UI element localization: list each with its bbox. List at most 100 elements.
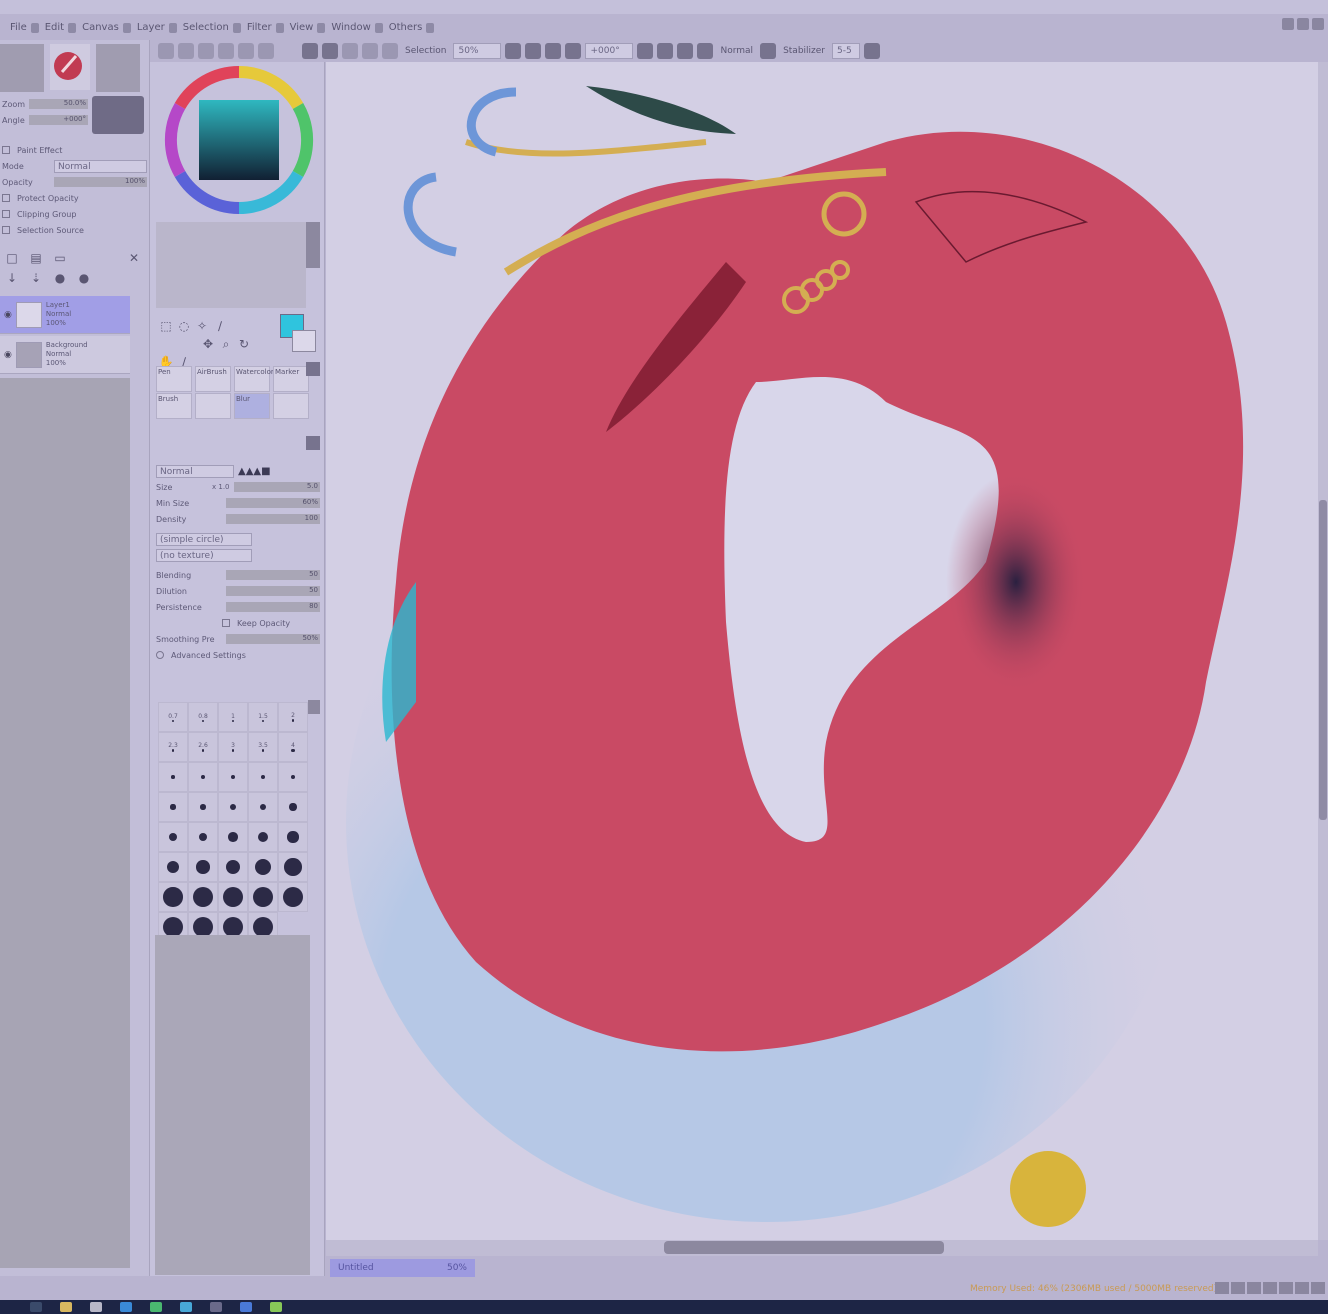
merge-icon[interactable]: ↓ (4, 270, 20, 286)
brush-size-preset[interactable] (188, 822, 218, 852)
tool-icon[interactable] (218, 43, 234, 59)
app-icon[interactable] (210, 1302, 222, 1312)
selection-button[interactable] (362, 43, 378, 59)
menu-edit[interactable]: Edit (41, 22, 78, 33)
status-button[interactable] (1247, 1282, 1261, 1294)
brush-size-preset[interactable] (188, 792, 218, 822)
brush-size-preset[interactable] (188, 852, 218, 882)
app-icon[interactable] (120, 1302, 132, 1312)
brush-tool-marker[interactable]: Marker (273, 366, 309, 392)
navigator-view[interactable] (96, 44, 140, 92)
persistence-slider[interactable]: 80 (226, 602, 320, 612)
rotate-left-button[interactable] (657, 43, 674, 59)
menu-layer[interactable]: Layer (133, 22, 179, 33)
brush-size-preset[interactable] (218, 762, 248, 792)
brush-size-preset[interactable] (278, 852, 308, 882)
clear-icon[interactable]: ● (52, 270, 68, 286)
brush-size-preset[interactable] (188, 882, 218, 912)
brush-mode-select[interactable]: Normal (156, 464, 234, 478)
brush-size-preset[interactable] (158, 882, 188, 912)
selection-toggle[interactable]: Selection (402, 46, 449, 56)
opacity-slider[interactable]: 100% (54, 177, 147, 187)
brush-size-preset[interactable]: 0.7 (158, 702, 188, 732)
zoom-slider[interactable]: 50.0% (29, 99, 88, 109)
brush-size-preset[interactable]: 1.5 (248, 702, 278, 732)
brush-size-preset[interactable] (218, 852, 248, 882)
zoom-reset-button[interactable] (505, 43, 522, 59)
brush-size-preset[interactable] (248, 882, 278, 912)
zoom-field[interactable]: 50% (453, 43, 502, 59)
pen-icon[interactable]: ∕ (212, 318, 228, 334)
rotate-icon[interactable]: ↻ (236, 336, 252, 352)
brush-size-preset[interactable]: 4 (278, 732, 308, 762)
move-icon[interactable]: ✥ (200, 336, 216, 352)
menu-selection[interactable]: Selection (179, 22, 243, 33)
brush-size-preset[interactable]: 0.8 (188, 702, 218, 732)
deselect-button[interactable] (302, 43, 318, 59)
brush-size-preset[interactable]: 2.6 (188, 732, 218, 762)
brush-tool-watercolor[interactable]: Watercolor (234, 366, 274, 392)
menu-canvas[interactable]: Canvas (78, 22, 133, 33)
status-button[interactable] (1263, 1282, 1277, 1294)
invert-selection-button[interactable] (322, 43, 338, 59)
advanced-settings-toggle[interactable]: Advanced Settings (156, 647, 320, 663)
brush-shape-icons[interactable]: ▲▲▲■ (238, 466, 271, 477)
secondary-color-swatch[interactable] (292, 330, 316, 352)
color-wheel[interactable] (163, 64, 315, 219)
app-icon[interactable] (240, 1302, 252, 1312)
horizontal-scroll-thumb[interactable] (664, 1241, 944, 1254)
brush-size-preset[interactable] (248, 822, 278, 852)
eye-icon[interactable]: ◉ (4, 310, 12, 320)
zoom-fit-button[interactable] (565, 43, 582, 59)
navigator-buttons[interactable] (92, 96, 144, 134)
new-linework-icon[interactable]: ▤ (28, 250, 44, 266)
selection-button[interactable] (382, 43, 398, 59)
brush-tool-brush[interactable]: Brush (156, 393, 192, 419)
keep-opacity-checkbox[interactable]: Keep Opacity (156, 615, 320, 631)
new-folder-icon[interactable]: ▭ (52, 250, 68, 266)
blending-slider[interactable]: 50 (226, 570, 320, 580)
brush-size-preset[interactable] (278, 792, 308, 822)
menu-others[interactable]: Others (385, 22, 437, 33)
zoom-in-button[interactable] (545, 43, 562, 59)
tool-icon[interactable] (198, 43, 214, 59)
tool-icon[interactable] (258, 43, 274, 59)
canvas[interactable] (326, 62, 1318, 1240)
selection-button[interactable] (342, 43, 358, 59)
brush-size-preset[interactable] (218, 792, 248, 822)
brush-texture-select[interactable]: (no texture) (156, 548, 252, 562)
brush-size-preset[interactable] (158, 852, 188, 882)
min-size-slider[interactable]: 60% (226, 498, 320, 508)
canvas-tab[interactable]: Untitled 50% (330, 1259, 475, 1277)
tool-icon[interactable] (158, 43, 174, 59)
brush-size-preset[interactable] (158, 792, 188, 822)
scratchpad-scrollbar[interactable] (306, 222, 320, 268)
stabilizer-dropdown[interactable] (864, 43, 880, 59)
menu-file[interactable]: File (6, 22, 41, 33)
rotate-right-button[interactable] (677, 43, 694, 59)
navigator-preview[interactable] (0, 44, 44, 92)
status-button[interactable] (1231, 1282, 1245, 1294)
transfer-icon[interactable]: ⇣ (28, 270, 44, 286)
brush-size-preset[interactable] (248, 792, 278, 822)
brush-size-preset[interactable] (278, 762, 308, 792)
minimize-button[interactable] (1282, 18, 1294, 30)
brush-size-scrollbar[interactable] (308, 700, 320, 714)
brush-size-preset[interactable]: 3 (218, 732, 248, 762)
tool-icon[interactable] (238, 43, 254, 59)
brush-size-preset[interactable] (248, 852, 278, 882)
lasso-icon[interactable]: ◌ (176, 318, 192, 334)
brush-tool-empty[interactable] (195, 393, 231, 419)
brush-size-preset[interactable] (278, 822, 308, 852)
clipping-group-checkbox[interactable]: Clipping Group (2, 206, 147, 222)
brush-tool-pen[interactable]: Pen (156, 366, 192, 392)
delete-layer-icon[interactable]: ✕ (126, 250, 142, 266)
brush-size-preset[interactable] (158, 822, 188, 852)
flip-button[interactable] (697, 43, 714, 59)
zoom-icon[interactable]: ⌕ (218, 336, 234, 352)
maximize-button[interactable] (1297, 18, 1309, 30)
scratchpad[interactable] (156, 222, 306, 308)
angle-slider[interactable]: +000° (28, 115, 88, 125)
brush-size-preset[interactable]: 2.3 (158, 732, 188, 762)
status-button[interactable] (1215, 1282, 1229, 1294)
